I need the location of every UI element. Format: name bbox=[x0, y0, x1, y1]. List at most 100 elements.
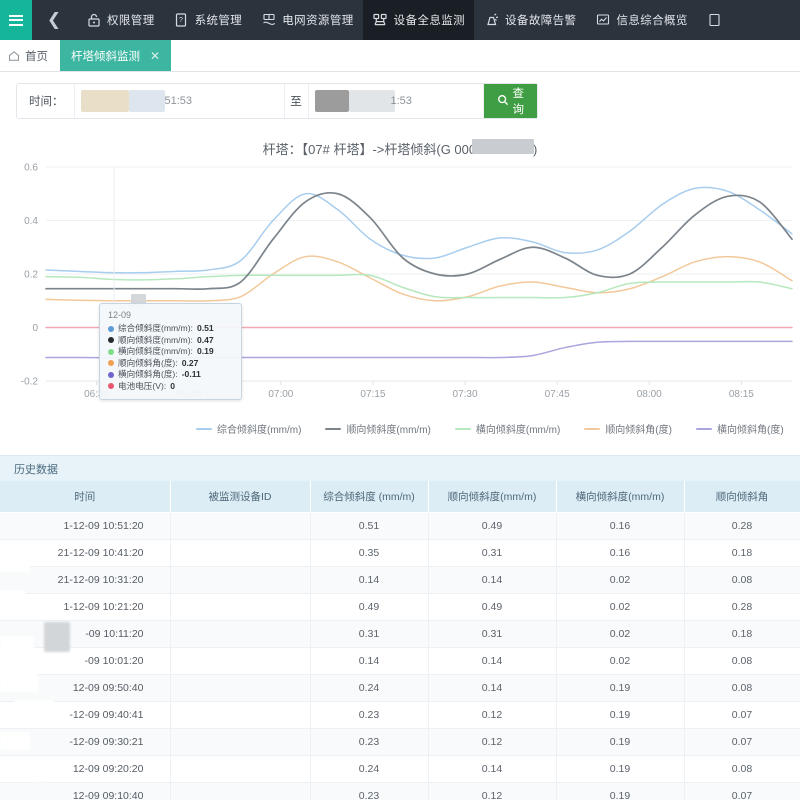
legend-swatch bbox=[454, 427, 471, 430]
table-row[interactable]: -12-09 09:30:21 0.23 0.12 0.19 0.07 bbox=[0, 728, 800, 756]
cell-along-tilt: 0.12 bbox=[428, 782, 557, 800]
cell-composite-tilt: 0.23 bbox=[310, 701, 429, 729]
table-row[interactable]: -09 10:11:20 0.31 0.31 0.02 0.18 bbox=[0, 620, 800, 648]
cell-lateral-tilt: 0.19 bbox=[556, 701, 685, 729]
app-menu-button[interactable] bbox=[0, 0, 32, 40]
series-color-dot bbox=[108, 383, 114, 390]
tooltip-series-value: 0.51 bbox=[196, 323, 214, 333]
legend-swatch bbox=[695, 427, 712, 430]
cell-time: 1-12-09 10:51:20 bbox=[0, 512, 171, 540]
table-row[interactable]: -12-09 09:40:41 0.23 0.12 0.19 0.07 bbox=[0, 701, 800, 729]
legend-label: 横向倾斜度(mm/m) bbox=[475, 425, 561, 436]
cell-along-tilt: 0.14 bbox=[428, 755, 557, 783]
cell-composite-tilt: 0.35 bbox=[310, 539, 429, 567]
cell-along-angle: 0.18 bbox=[684, 539, 800, 567]
table-row[interactable]: 1-12-09 10:51:20 0.51 0.49 0.16 0.28 bbox=[0, 512, 800, 540]
cell-along-angle: 0.28 bbox=[684, 593, 800, 621]
table-column-header: 横向倾斜度(mm/m) bbox=[556, 481, 685, 513]
table-row[interactable]: 1-12-09 10:21:20 0.49 0.49 0.02 0.28 bbox=[0, 593, 800, 621]
tooltip-series-name: 横向倾斜度(mm/m): bbox=[118, 346, 193, 356]
nav-item-permission-management[interactable]: 权限管理 bbox=[76, 0, 164, 40]
search-button[interactable]: 查询 bbox=[483, 84, 537, 118]
end-datetime-input[interactable]: 1:53 bbox=[309, 84, 484, 118]
series-color-dot bbox=[108, 360, 114, 367]
nav-item-label: 设备故障告警 bbox=[505, 15, 577, 27]
nav-item-list: 权限管理 ? 系统管理 电网资源管理 设备全息监测 设备故障告警 信息综合概览 bbox=[76, 0, 800, 40]
cell-device-id bbox=[170, 647, 311, 675]
table-header-row: 时间 被监测设备ID 综合倾斜度 (mm/m) 顺向倾斜度(mm/m) 横向倾斜度(mm… bbox=[0, 481, 800, 513]
y-axis-tick-label: 0.2 bbox=[24, 270, 38, 281]
table-column-header: 综合倾斜度 (mm/m) bbox=[310, 481, 429, 513]
nav-item-label: 权限管理 bbox=[107, 15, 155, 27]
tooltip-row: 横向倾斜角(度): -0.11 bbox=[108, 369, 234, 381]
tab-strip: 首页 杆塔倾斜监测 ✕ bbox=[0, 40, 800, 72]
table-row[interactable]: 12-09 09:20:20 0.24 0.14 0.19 0.08 bbox=[0, 755, 800, 783]
nav-item-device-fault-alarm[interactable]: 设备故障告警 bbox=[474, 0, 585, 40]
legend-item[interactable]: 横向倾斜度(mm/m) bbox=[454, 421, 561, 436]
nav-item-device-holographic-monitoring[interactable]: 设备全息监测 bbox=[362, 0, 475, 40]
tooltip-series-value: 0.47 bbox=[196, 334, 214, 345]
cell-device-id bbox=[170, 620, 311, 648]
nav-item-label: 电网资源管理 bbox=[282, 15, 354, 27]
range-separator-label: 至 bbox=[285, 84, 309, 118]
nav-item-system-management[interactable]: ? 系统管理 bbox=[164, 0, 252, 40]
cell-device-id bbox=[170, 674, 311, 702]
start-datetime-input[interactable]: 51:53 bbox=[75, 84, 285, 118]
nav-item-information-overview[interactable]: 信息综合概览 bbox=[585, 0, 696, 40]
table-row[interactable]: -09 10:01:20 0.14 0.14 0.02 0.08 bbox=[0, 647, 800, 675]
nav-back-button[interactable]: ❮ bbox=[32, 0, 76, 40]
cell-device-id bbox=[170, 755, 311, 783]
filter-toolbar: 时间： 51:53 至 1:53 查询 bbox=[16, 83, 538, 119]
table-row[interactable]: 12-09 09:10:40 0.23 0.12 0.19 0.07 bbox=[0, 782, 800, 800]
cell-lateral-tilt: 0.19 bbox=[556, 674, 685, 702]
tab-home-label: 首页 bbox=[25, 50, 48, 63]
nav-item-overflow[interactable] bbox=[697, 0, 732, 40]
tab-tower-tilt-monitoring[interactable]: 杆塔倾斜监测 ✕ bbox=[60, 40, 172, 71]
table-row[interactable]: 21-12-09 10:31:20 0.14 0.14 0.02 0.08 bbox=[0, 566, 800, 594]
table-row[interactable]: 21-12-09 10:41:20 0.35 0.31 0.16 0.18 bbox=[0, 539, 800, 567]
cell-along-angle: 0.18 bbox=[684, 620, 800, 648]
cell-along-angle: 0.07 bbox=[684, 701, 800, 729]
chevron-left-icon: ❮ bbox=[46, 10, 62, 29]
x-axis-tick-label: 07:00 bbox=[268, 389, 293, 400]
cell-composite-tilt: 0.14 bbox=[310, 566, 429, 594]
x-axis-tick-label: 07:45 bbox=[545, 389, 570, 400]
tab-home[interactable]: 首页 bbox=[0, 40, 60, 71]
tooltip-row: 横向倾斜度(mm/m): 0.19 bbox=[108, 346, 234, 358]
cell-lateral-tilt: 0.02 bbox=[556, 593, 685, 621]
redaction-block bbox=[44, 622, 70, 652]
chart-legend[interactable]: 综合倾斜度(mm/m) 顺向倾斜度(mm/m) 横向倾斜度(mm/m) 顺向倾斜角(度… bbox=[0, 421, 800, 436]
redaction-block bbox=[472, 139, 534, 154]
cell-lateral-tilt: 0.02 bbox=[556, 620, 685, 648]
menu-bars-icon bbox=[9, 12, 23, 28]
tooltip-series-name: 顺向倾斜角(度): bbox=[118, 357, 178, 368]
y-axis-tick-label: -0.2 bbox=[21, 377, 39, 388]
cell-composite-tilt: 0.23 bbox=[310, 782, 429, 800]
cell-along-angle: 0.08 bbox=[684, 674, 800, 702]
legend-label: 横向倾斜角(度) bbox=[716, 425, 784, 436]
redaction-block bbox=[80, 90, 129, 112]
cell-lateral-tilt: 0.19 bbox=[556, 728, 685, 756]
cell-along-tilt: 0.49 bbox=[428, 593, 557, 621]
cell-along-angle: 0.08 bbox=[684, 647, 800, 675]
cell-time: 12-09 09:20:20 bbox=[0, 755, 171, 783]
legend-item[interactable]: 横向倾斜角(度) bbox=[695, 421, 784, 436]
tooltip-series-name: 横向倾斜角(度): bbox=[118, 369, 178, 379]
table-column-header: 顺向倾斜度(mm/m) bbox=[428, 481, 557, 513]
tooltip-row: 顺向倾斜度(mm/m): 0.47 bbox=[108, 335, 234, 347]
end-datetime-value: 1:53 bbox=[390, 95, 412, 107]
legend-item[interactable]: 综合倾斜度(mm/m) bbox=[196, 421, 301, 436]
table-row[interactable]: 12-09 09:50:40 0.24 0.14 0.19 0.08 bbox=[0, 674, 800, 702]
redaction-block bbox=[128, 90, 165, 112]
grid-network-icon bbox=[260, 12, 277, 29]
cell-along-tilt: 0.31 bbox=[428, 539, 557, 567]
legend-item[interactable]: 顺向倾斜角(度) bbox=[584, 421, 672, 436]
close-icon[interactable]: ✕ bbox=[150, 49, 160, 63]
history-panel-title: 历史数据 bbox=[0, 455, 800, 481]
legend-label: 综合倾斜度(mm/m) bbox=[217, 425, 302, 436]
cell-lateral-tilt: 0.02 bbox=[556, 566, 685, 594]
top-navigation-bar: ❮ 权限管理 ? 系统管理 电网资源管理 设备全息监测 设备故障告警 信息综合概… bbox=[0, 0, 800, 40]
legend-item[interactable]: 顺向倾斜度(mm/m) bbox=[325, 421, 431, 436]
cell-device-id bbox=[170, 701, 311, 729]
nav-item-grid-resource-management[interactable]: 电网资源管理 bbox=[251, 0, 362, 40]
